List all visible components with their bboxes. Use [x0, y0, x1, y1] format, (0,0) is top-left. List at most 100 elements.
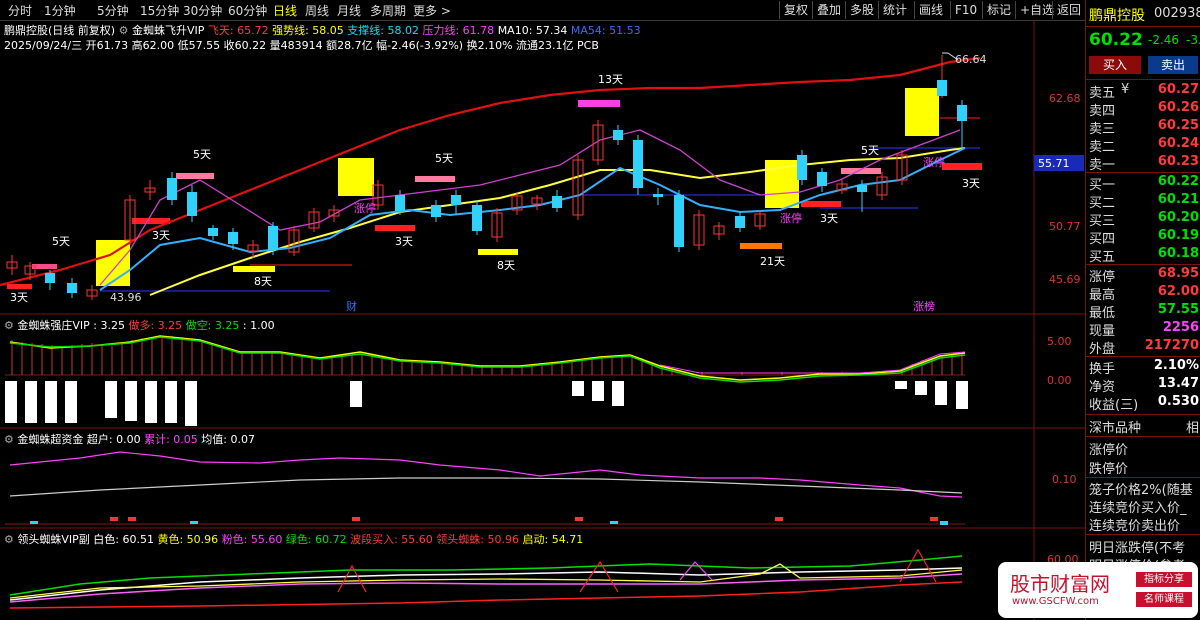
day-label: 5天 [435, 152, 453, 165]
day-label: 3天 [962, 177, 980, 190]
tab-60min[interactable]: 60分钟 [228, 2, 267, 19]
panel3-axis: 0.10 [1052, 473, 1077, 486]
panel4-green: 绿色: 60.72 [285, 533, 347, 546]
limit-up-label: 涨停 [780, 211, 802, 225]
last-price: 60.22 [1089, 30, 1143, 50]
panel4-band-buy: 波段买入: 55.60 [350, 533, 433, 546]
panel4-leader: 领头蜘蛛: 50.96 [436, 533, 519, 546]
mark-button[interactable]: 标记 [982, 1, 1015, 19]
day-label: 3天 [10, 291, 28, 304]
bid-row: 买二 60.21 [1089, 192, 1199, 211]
statistics-button[interactable]: 统计 [878, 1, 911, 19]
bid-row: 买五 60.18 [1089, 246, 1199, 265]
tab-fenshi[interactable]: 分时 [8, 2, 32, 19]
panel2-axis-0: 0.00 [1047, 374, 1072, 387]
watermark-tag2: 名师课程 [1136, 592, 1192, 607]
restore-rights-button[interactable]: 复权 [779, 1, 812, 19]
tab-30min[interactable]: 30分钟 [183, 2, 222, 19]
stat-row: 换手 2.10% [1089, 358, 1199, 377]
ask-row: 卖一 60.23 [1089, 154, 1199, 173]
panel3-leiji: 累计: 0.05 [144, 433, 198, 446]
low-marker-label: 43.96 [110, 291, 142, 304]
day-label: 3天 [152, 229, 170, 242]
stat-row: 现量 2256 [1089, 320, 1199, 339]
day-label: 3天 [820, 212, 838, 225]
tab-15min[interactable]: 15分钟 [140, 2, 179, 19]
panel3-indicator: 0.10 [5, 451, 1077, 525]
watermark-logo: 股市财富网 www.GSCFW.com 指标分享 名师课程 [998, 562, 1198, 618]
tab-monthly[interactable]: 月线 [337, 2, 361, 19]
settings-gear-icon[interactable]: ⚙ [4, 319, 14, 332]
day-label: 8天 [254, 275, 272, 288]
day-label: 8天 [497, 259, 515, 272]
day-label: 21天 [760, 255, 785, 268]
panel3-chaohu: 超户: 0.00 [86, 433, 141, 446]
high-marker-label: 66.64 [955, 53, 987, 66]
settings-gear-icon[interactable]: ⚙ [4, 433, 14, 446]
overlay-button[interactable]: 叠加 [812, 1, 845, 19]
stat-row: 涨停 68.95 [1089, 266, 1199, 285]
panel3-header: ⚙ 金蜘蛛超资金 超户: 0.00 累计: 0.05 均值: 0.07 [4, 431, 255, 447]
day-label: 3天 [395, 235, 413, 248]
panel4-name: 领头蜘蛛VIP副 [17, 533, 90, 546]
buy-button[interactable]: 买入 [1089, 56, 1141, 74]
back-button[interactable]: 返回 [1052, 1, 1085, 19]
stat-row: 净资 13.47 [1089, 376, 1199, 395]
info-line: 连续竞价卖出价 [1089, 519, 1181, 534]
panel3-name: 金蜘蛛超资金 [17, 433, 84, 446]
panel2-header: ⚙ 金蜘蛛强庄VIP : 3.25 做多: 3.25 做空: 3.25 : 1.… [4, 317, 275, 333]
panel4-white: 白色: 60.51 [93, 533, 154, 546]
stat-row: 收益(三) 0.530 [1089, 394, 1199, 413]
panel4-start: 启动: 54.71 [522, 533, 584, 546]
market-tab[interactable]: 深市品种相 [1089, 417, 1199, 436]
settings-gear-icon[interactable]: ⚙ [4, 533, 14, 546]
quote-panel: 鹏鼎控股 002938 60.22 -2.46 -3.9 买入 卖出 卖五¥60… [1085, 0, 1200, 620]
stock-code: 002938 [1154, 6, 1200, 21]
info-line: 明日涨跌停(不考 [1089, 541, 1186, 556]
price-change-pct: -3.9 [1186, 33, 1200, 47]
panel2-v1: : 3.25 [93, 319, 125, 332]
price-change: -2.46 [1148, 33, 1180, 47]
f10-button[interactable]: F10 [950, 1, 981, 19]
current-price-tag: 55.71 [1038, 157, 1070, 170]
draw-line-button[interactable]: 画线 [914, 1, 947, 19]
top-list-marker: 涨榜 [913, 299, 935, 313]
bid-row: 买三 60.20 [1089, 210, 1199, 229]
price-tick-3: 50.77 [1049, 220, 1081, 233]
stock-name: 鹏鼎控股 [1089, 8, 1145, 24]
price-tick-4: 45.69 [1049, 273, 1081, 286]
limit-up-label: 涨停 [354, 201, 376, 215]
info-line: 连续竞价买入价_ [1089, 501, 1187, 516]
ask-row: 卖三 60.25 [1089, 118, 1199, 137]
panel2-indicator: 5.00 0.00 [5, 335, 1072, 426]
info-line: 跌停价 [1089, 462, 1129, 477]
watermark-tag1: 指标分享 [1136, 572, 1192, 587]
tab-multiperiod[interactable]: 多周期 [370, 2, 406, 19]
panel4-indicator: 60.00 [9, 548, 1079, 609]
multi-stock-button[interactable]: 多股 [845, 1, 878, 19]
price-tick-1: 62.68 [1049, 92, 1081, 105]
day-label: 5天 [193, 148, 211, 161]
stat-row: 外盘 217270 [1089, 338, 1199, 357]
tab-more[interactable]: 更多 > [413, 2, 451, 19]
bid-row: 买一 60.22 [1089, 174, 1199, 193]
panel2-name: 金蜘蛛强庄VIP [17, 319, 90, 332]
ask-row: 卖二 60.24 [1089, 136, 1199, 155]
tab-daily[interactable]: 日线 [273, 2, 297, 19]
tab-5min[interactable]: 5分钟 [97, 2, 129, 19]
panel4-pink: 粉色: 55.60 [221, 533, 283, 546]
info-line: 笼子价格2%(随基 [1089, 483, 1193, 498]
day-label: 5天 [52, 235, 70, 248]
watermark-url: www.GSCFW.com [1012, 596, 1099, 607]
financial-report-marker: 财 [346, 299, 357, 313]
panel4-header: ⚙ 领头蜘蛛VIP副 白色: 60.51 黄色: 50.96 粉色: 55.60… [4, 531, 583, 547]
tab-1min[interactable]: 1分钟 [44, 2, 76, 19]
stat-row: 最高 62.00 [1089, 284, 1199, 303]
panel3-junzhi: 均值: 0.07 [201, 433, 255, 446]
info-line: 涨停价 [1089, 443, 1129, 458]
tab-weekly[interactable]: 周线 [305, 2, 329, 19]
day-label: 13天 [598, 73, 623, 86]
toolbar: 分时 1分钟 5分钟 15分钟 30分钟 60分钟 日线 周线 月线 多周期 更… [0, 0, 1200, 21]
sell-button[interactable]: 卖出 [1148, 56, 1198, 74]
ask-row: 卖四 60.26 [1089, 100, 1199, 119]
